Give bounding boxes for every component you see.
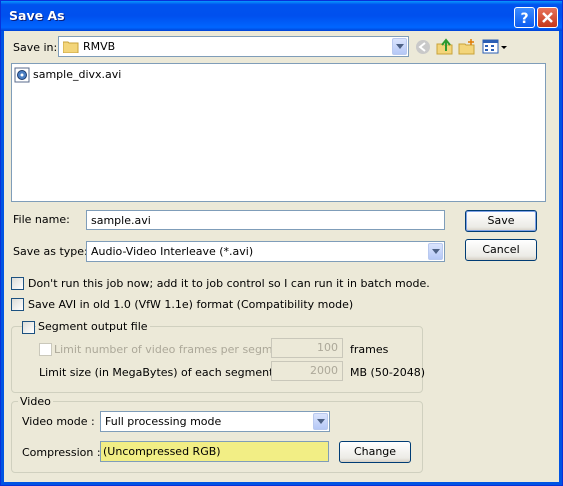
- frames-input[interactable]: 100: [271, 338, 343, 358]
- close-button[interactable]: [537, 7, 558, 28]
- save-in-label: Save in:: [13, 41, 58, 54]
- title-bar[interactable]: Save As ?: [1, 1, 562, 31]
- file-name-value: sample.avi: [91, 214, 151, 227]
- svg-text:?: ?: [520, 11, 528, 27]
- limit-frames-label: Limit number of video frames per segment…: [54, 343, 306, 356]
- save-as-type-value: Audio-Video Interleave (*.avi): [91, 245, 254, 258]
- limit-size-label: Limit size (in MegaBytes) of each segmen…: [39, 366, 296, 379]
- batch-mode-label: Don't run this job now; add it to job co…: [28, 277, 430, 290]
- change-button[interactable]: Change: [339, 441, 411, 463]
- up-folder-icon[interactable]: [436, 38, 454, 56]
- file-name-label: File name:: [13, 213, 70, 226]
- old-avi-label: Save AVI in old 1.0 (VfW 1.1e) format (C…: [28, 298, 354, 311]
- video-file-icon: [14, 67, 30, 83]
- segment-output-label: Segment output file: [36, 320, 150, 333]
- question-icon: ?: [520, 11, 528, 27]
- cancel-button[interactable]: Cancel: [465, 239, 537, 261]
- limit-frames-checkbox[interactable]: [39, 343, 52, 356]
- save-button[interactable]: Save: [465, 210, 537, 232]
- segment-output-checkbox[interactable]: [22, 321, 35, 334]
- size-unit-label: MB (50-2048): [350, 366, 426, 379]
- dialog-body: Save in: RMVB sample_divx.avi File name:…: [4, 31, 559, 482]
- save-in-value: RMVB: [83, 40, 116, 53]
- size-input[interactable]: 2000: [271, 361, 343, 381]
- file-list[interactable]: sample_divx.avi: [11, 63, 546, 202]
- help-button[interactable]: ?: [514, 7, 535, 28]
- video-mode-dropdown-arrow[interactable]: [313, 413, 328, 430]
- new-folder-icon[interactable]: [458, 38, 476, 56]
- file-name-text: sample_divx.avi: [33, 68, 122, 81]
- window-title: Save As: [9, 8, 65, 23]
- save-as-type-combo[interactable]: Audio-Video Interleave (*.avi): [86, 241, 445, 262]
- video-mode-combo[interactable]: Full processing mode: [100, 411, 330, 432]
- batch-mode-checkbox[interactable]: [11, 277, 24, 290]
- close-icon: [542, 12, 553, 23]
- save-as-type-label: Save as type:: [13, 245, 88, 258]
- video-mode-label: Video mode :: [22, 415, 95, 428]
- folder-icon: [63, 41, 79, 53]
- frames-unit-label: frames: [350, 343, 389, 356]
- views-menu-icon[interactable]: [482, 38, 508, 56]
- save-as-type-dropdown-arrow[interactable]: [428, 243, 443, 260]
- old-avi-checkbox[interactable]: [11, 298, 24, 311]
- compression-value: (Uncompressed RGB): [103, 445, 221, 458]
- segment-group: [11, 326, 423, 393]
- back-icon[interactable]: [414, 38, 432, 56]
- file-name-input[interactable]: sample.avi: [86, 210, 445, 230]
- compression-field: (Uncompressed RGB): [100, 441, 329, 462]
- save-in-dropdown-arrow[interactable]: [392, 38, 407, 55]
- save-as-dialog: Save As ? Save in: RMVB sample_divx.avi …: [0, 0, 563, 486]
- save-in-combo[interactable]: RMVB: [58, 36, 409, 57]
- compression-label: Compression :: [22, 446, 101, 459]
- video-mode-value: Full processing mode: [105, 415, 222, 428]
- video-group-title: Video: [18, 395, 53, 408]
